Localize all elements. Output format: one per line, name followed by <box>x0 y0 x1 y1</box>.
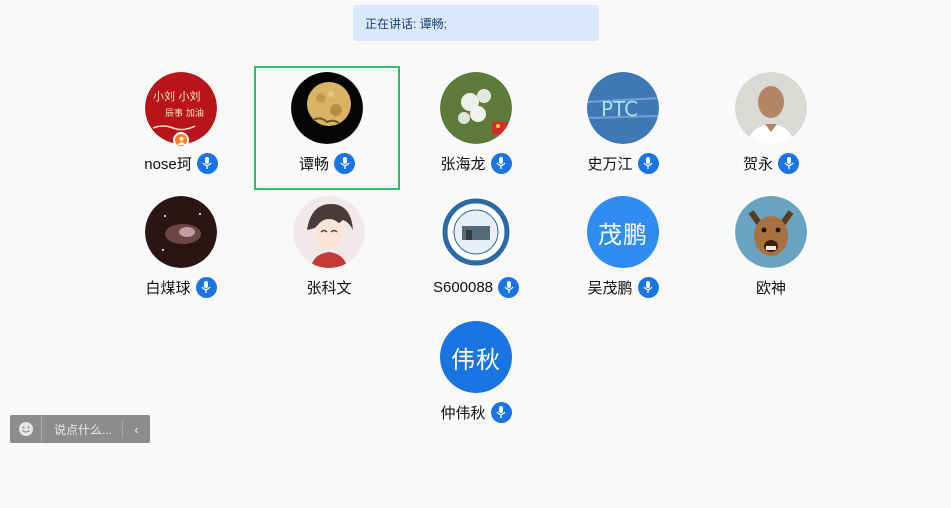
emoji-icon[interactable] <box>10 415 42 443</box>
avatar: 小刘 小刘 辰事 加油 <box>145 72 217 148</box>
participant-name: 白煤球 <box>145 279 191 297</box>
microphone-icon[interactable] <box>195 276 217 298</box>
microphone-icon[interactable] <box>637 276 659 298</box>
participant-name: 张海龙 <box>440 155 486 173</box>
speaking-indicator-banner: 正在讲话: 谭畅; <box>353 5 599 41</box>
participant-tile[interactable]: S600088 <box>403 190 549 314</box>
participant-name: nose珂 <box>144 155 192 173</box>
participant-name: 吴茂鹏 <box>587 279 633 297</box>
avatar <box>735 196 807 268</box>
speaking-text: 正在讲话: 谭畅; <box>365 16 448 31</box>
avatar: PTC <box>587 72 659 144</box>
microphone-icon[interactable] <box>490 152 512 174</box>
participant-tile[interactable]: PTC 史万江 <box>550 66 696 190</box>
microphone-icon[interactable] <box>778 152 799 174</box>
microphone-icon[interactable] <box>498 276 520 298</box>
avatar <box>293 196 365 268</box>
participant-name: 谭畅 <box>298 155 329 173</box>
avatar <box>145 196 217 268</box>
svg-text:辰事 加油: 辰事 加油 <box>165 107 204 119</box>
participant-tile[interactable]: 张海龙 <box>403 66 549 190</box>
participant-name: 史万江 <box>587 155 633 173</box>
avatar: 伟秋 <box>440 321 512 393</box>
avatar <box>440 196 512 268</box>
video-conference-gallery: 正在讲话: 谭畅; 小刘 小刘 辰事 加油 nose珂 谭畅 张海龙 PTC 史… <box>0 0 951 508</box>
participant-tile[interactable]: 贺永 <box>698 66 844 190</box>
participant-name: S600088 <box>432 278 494 296</box>
participant-tile[interactable]: 欧神 <box>698 190 844 314</box>
participant-tile[interactable]: 小刘 小刘 辰事 加油 nose珂 <box>108 66 254 190</box>
avatar-initials: 茂鹏 <box>598 221 648 249</box>
microphone-icon[interactable] <box>490 401 512 423</box>
participant-name: 欧神 <box>755 279 786 297</box>
host-badge-icon <box>173 132 189 148</box>
participant-name: 仲伟秋 <box>440 404 486 422</box>
collapse-chevron-icon[interactable]: ‹ <box>122 420 150 438</box>
participant-name: 张科文 <box>306 279 352 297</box>
chat-input-bar[interactable]: 说点什么... ‹ <box>10 415 150 443</box>
avatar <box>291 72 363 144</box>
participant-tile[interactable]: 张科文 <box>256 190 402 314</box>
participant-tile[interactable]: 白煤球 <box>108 190 254 314</box>
svg-text:PTC: PTC <box>601 97 638 121</box>
chat-input[interactable]: 说点什么... <box>42 421 122 438</box>
avatar <box>440 72 512 144</box>
avatar: 茂鹏 <box>587 196 659 268</box>
participant-tile-active[interactable]: 谭畅 <box>254 66 400 190</box>
participant-tile[interactable]: 茂鹏 吴茂鹏 <box>550 190 696 314</box>
avatar-initials: 伟秋 <box>451 346 501 374</box>
avatar <box>735 72 807 144</box>
microphone-icon[interactable] <box>196 152 218 174</box>
microphone-speaking-icon[interactable] <box>334 152 355 174</box>
participant-tile[interactable]: 伟秋 仲伟秋 <box>403 315 549 439</box>
participant-name: 贺永 <box>742 155 773 173</box>
microphone-icon[interactable] <box>637 152 659 174</box>
svg-text:小刘 小刘: 小刘 小刘 <box>153 90 201 103</box>
